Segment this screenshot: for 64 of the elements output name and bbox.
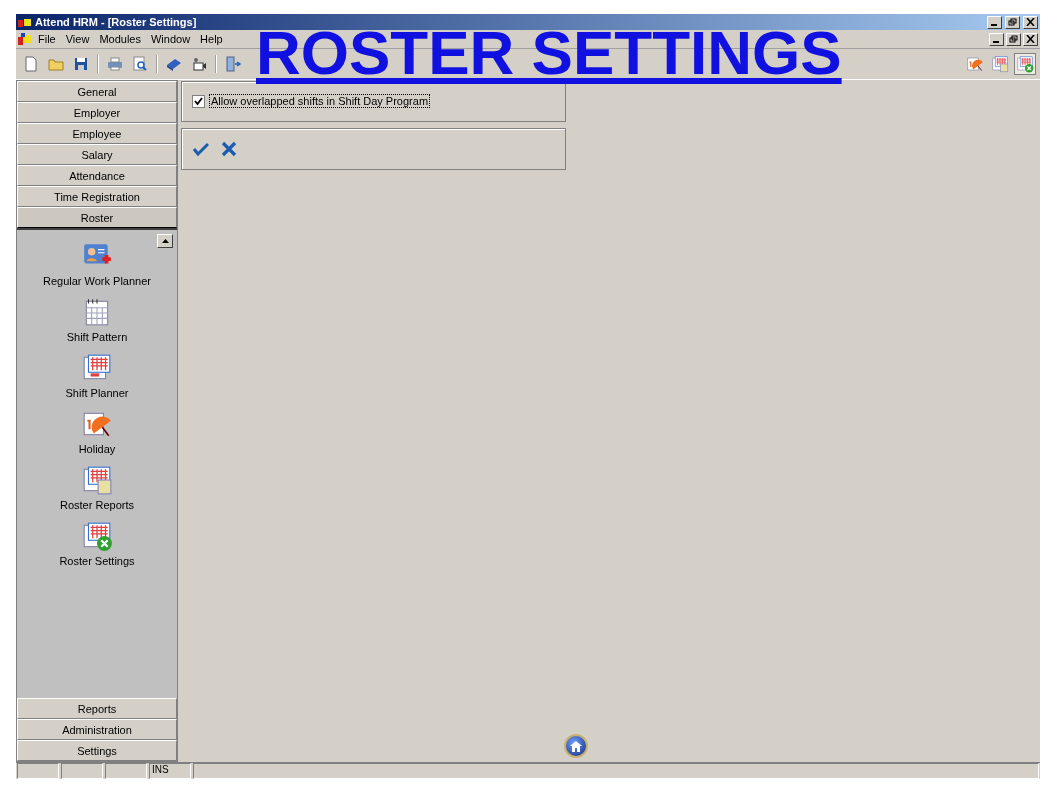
checkbox[interactable] [192,94,205,108]
close-button[interactable] [1023,32,1038,46]
save-icon [72,55,90,73]
sidebar-section-button[interactable]: Employee [17,123,177,144]
exit-door-icon [224,55,242,73]
sidebar-section-button[interactable]: General [17,81,177,102]
camera-icon [190,55,208,73]
menu-item[interactable]: View [61,33,94,45]
sidebar-item[interactable]: Holiday [78,408,116,455]
restore-icon [1008,18,1017,26]
minimize-button[interactable] [989,32,1004,46]
toolbar-button[interactable] [1014,53,1036,75]
calendar-tools-icon [1016,55,1034,73]
scroll-up-button[interactable] [157,234,173,248]
sidebar-section-button[interactable]: Salary [17,144,177,165]
close-button[interactable] [1023,15,1038,29]
checkbox-label[interactable]: Allow overlapped shifts in Shift Day Program [209,94,431,108]
calendar-umbrella-icon [966,55,984,73]
window-title: Attend HRM - [Roster Settings] [35,16,198,28]
calendar-tools-icon [81,520,113,552]
calendar-report-icon [81,464,113,496]
menu-item[interactable]: Help [196,33,227,45]
printer-icon [106,55,124,73]
restore-icon [1009,35,1018,43]
minimize-button[interactable] [987,15,1002,29]
sidebar-section-button[interactable]: Employer [17,102,177,123]
menu-item[interactable]: Window [146,33,195,45]
check-icon [193,141,209,157]
close-icon [221,141,237,157]
status-mode: INS [149,763,191,779]
sidebar-section-button[interactable]: Reports [17,698,177,719]
sidebar-item-label: Roster Reports [60,499,134,511]
app-logo-icon [18,33,32,45]
sidebar-item-label: Shift Planner [65,387,129,399]
sidebar-item-label: Shift Pattern [66,331,128,343]
print-preview-icon [131,55,149,73]
sidebar-item[interactable]: Roster Settings [59,520,135,567]
sidebar-section-button[interactable]: Attendance [17,165,177,186]
sidebar-section-button[interactable]: Administration [17,719,177,740]
sidebar-item-label: Roster Settings [59,555,135,567]
restore-button[interactable] [1005,15,1020,29]
sidebar-item[interactable]: Regular Work Planner [43,240,151,287]
up-arrow-icon [161,239,169,243]
close-icon [1026,35,1035,43]
cancel-button[interactable] [221,141,237,157]
confirm-button[interactable] [193,141,209,157]
menu-item[interactable]: File [34,33,60,45]
sidebar-item-label: Regular Work Planner [43,275,151,287]
menu-item[interactable]: Modules [95,33,145,45]
app-logo-icon [18,17,32,27]
sidebar-section-button[interactable]: Settings [17,740,177,761]
restore-button[interactable] [1006,32,1021,46]
calendar-report-icon [991,55,1009,73]
home-icon [570,740,582,752]
new-document-icon [22,55,40,73]
sidebar-section-button[interactable]: Time Registration [17,186,177,207]
page-heading: ROSTER SETTINGS [256,20,842,86]
sidebar-item[interactable]: Shift Planner [65,352,129,399]
sidebar-section-button[interactable]: Roster [17,207,177,228]
close-icon [1026,18,1035,26]
sidebar-item[interactable]: Roster Reports [60,464,134,511]
sidebar-item-label: Holiday [78,443,116,455]
home-button[interactable] [564,734,588,758]
sidebar-item[interactable]: Shift Pattern [66,296,128,343]
